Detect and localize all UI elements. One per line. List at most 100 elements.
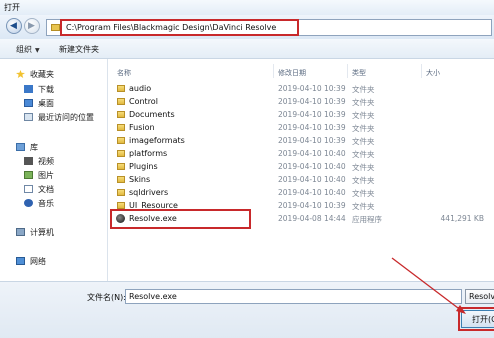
window-title: 打开 bbox=[4, 3, 20, 12]
folder-icon bbox=[117, 150, 125, 157]
sidebar-item-label: 最近访问的位置 bbox=[38, 113, 94, 122]
sidebar-item-label: 视频 bbox=[38, 157, 54, 166]
filetype-value: Resolv bbox=[469, 292, 494, 301]
address-row: ◀ ▶ C:\Program Files\Blackmagic Design\D… bbox=[0, 15, 494, 39]
file-date: 2019-04-10 10:40 bbox=[278, 162, 346, 171]
sidebar-item-label: 图片 bbox=[38, 171, 54, 180]
sidebar-item-favorites[interactable]: 收藏夹 bbox=[16, 69, 54, 80]
file-date: 2019-04-10 10:39 bbox=[278, 110, 346, 119]
file-name: Skins bbox=[129, 175, 151, 184]
open-button-highlight-box bbox=[458, 307, 494, 331]
folder-icon bbox=[117, 124, 125, 131]
file-row[interactable]: Documents 2019-04-10 10:39 文件夹 bbox=[108, 108, 494, 121]
folder-icon bbox=[117, 163, 125, 170]
download-icon bbox=[24, 85, 33, 93]
file-name: audio bbox=[129, 84, 152, 93]
sidebar-item-label: 网络 bbox=[30, 257, 46, 266]
folder-icon bbox=[51, 24, 60, 31]
organize-button[interactable]: 组织 ▼ bbox=[16, 44, 40, 55]
file-type: 文件夹 bbox=[352, 176, 375, 185]
sidebar-item-computer[interactable]: 计算机 bbox=[16, 227, 54, 238]
file-name: Fusion bbox=[129, 123, 155, 132]
back-button[interactable]: ◀ bbox=[6, 18, 22, 34]
sidebar-item-documents[interactable]: 文档 bbox=[24, 184, 54, 195]
recent-places-icon bbox=[24, 113, 33, 121]
network-icon bbox=[16, 257, 25, 265]
sidebar-item-music[interactable]: 音乐 bbox=[24, 198, 54, 209]
file-row[interactable]: Plugins 2019-04-10 10:40 文件夹 bbox=[108, 160, 494, 173]
filename-label: 文件名(N): bbox=[87, 293, 126, 302]
file-type: 文件夹 bbox=[352, 202, 375, 211]
file-date: 2019-04-10 10:39 bbox=[278, 123, 346, 132]
organize-label: 组织 bbox=[16, 45, 32, 54]
file-row[interactable]: Control 2019-04-10 10:39 文件夹 bbox=[108, 95, 494, 108]
sidebar-item-libraries[interactable]: 库 bbox=[16, 142, 38, 153]
file-date: 2019-04-10 10:40 bbox=[278, 149, 346, 158]
filename-input[interactable]: Resolve.exe bbox=[125, 289, 462, 304]
sidebar-item-network[interactable]: 网络 bbox=[16, 256, 46, 267]
file-type: 文件夹 bbox=[352, 85, 375, 94]
file-type: 文件夹 bbox=[352, 137, 375, 146]
filename-value: Resolve.exe bbox=[129, 292, 177, 301]
filetype-select[interactable]: Resolv bbox=[465, 289, 494, 304]
sidebar-item-label: 库 bbox=[30, 143, 38, 152]
file-name: Control bbox=[129, 97, 158, 106]
sidebar-item-label: 桌面 bbox=[38, 99, 54, 108]
file-name: imageformats bbox=[129, 136, 185, 145]
video-icon bbox=[24, 157, 33, 165]
file-date: 2019-04-10 10:40 bbox=[278, 175, 346, 184]
forward-button[interactable]: ▶ bbox=[24, 18, 40, 34]
sidebar-item-downloads[interactable]: 下载 bbox=[24, 84, 54, 95]
column-header-size[interactable]: 大小 bbox=[426, 68, 440, 78]
toolbar: 组织 ▼ 新建文件夹 bbox=[0, 39, 494, 59]
dialog-footer: 文件名(N): Resolve.exe Resolv 打开(O) bbox=[0, 281, 494, 338]
column-divider[interactable] bbox=[421, 64, 422, 78]
sidebar-item-label: 下载 bbox=[38, 85, 54, 94]
new-folder-button[interactable]: 新建文件夹 bbox=[59, 44, 99, 55]
file-date: 2019-04-10 10:39 bbox=[278, 201, 346, 210]
file-size: 441,291 KB bbox=[440, 214, 484, 223]
sidebar-item-videos[interactable]: 视频 bbox=[24, 156, 54, 167]
star-icon bbox=[16, 70, 25, 78]
column-header-modified[interactable]: 修改日期 bbox=[278, 68, 306, 78]
file-name: sqldrivers bbox=[129, 188, 169, 197]
file-name: Plugins bbox=[129, 162, 158, 171]
document-icon bbox=[24, 185, 33, 193]
file-row[interactable]: Fusion 2019-04-10 10:39 文件夹 bbox=[108, 121, 494, 134]
file-date: 2019-04-10 10:40 bbox=[278, 188, 346, 197]
folder-icon bbox=[117, 85, 125, 92]
address-path: C:\Program Files\Blackmagic Design\DaVin… bbox=[66, 23, 277, 32]
navigation-pane: 收藏夹 下载 桌面 最近访问的位置 库 视频 图片 文档 音乐 计算机 网络 bbox=[0, 59, 108, 281]
column-header-type[interactable]: 类型 bbox=[352, 68, 366, 78]
sidebar-item-desktop[interactable]: 桌面 bbox=[24, 98, 54, 109]
file-type: 文件夹 bbox=[352, 163, 375, 172]
column-divider[interactable] bbox=[347, 64, 348, 78]
picture-icon bbox=[24, 171, 33, 179]
file-name: Documents bbox=[129, 110, 175, 119]
sidebar-item-recent[interactable]: 最近访问的位置 bbox=[24, 112, 94, 123]
sidebar-item-pictures[interactable]: 图片 bbox=[24, 170, 54, 181]
column-divider[interactable] bbox=[273, 64, 274, 78]
file-type: 文件夹 bbox=[352, 124, 375, 133]
file-date: 2019-04-08 14:44 bbox=[278, 214, 346, 223]
sidebar-item-label: 文档 bbox=[38, 185, 54, 194]
file-name: platforms bbox=[129, 149, 168, 158]
file-row[interactable]: audio 2019-04-10 10:39 文件夹 bbox=[108, 82, 494, 95]
open-file-dialog: 打开 ◀ ▶ C:\Program Files\Blackmagic Desig… bbox=[0, 0, 494, 338]
chevron-down-icon: ▼ bbox=[35, 47, 40, 54]
file-row[interactable]: sqldrivers 2019-04-10 10:40 文件夹 bbox=[108, 186, 494, 199]
title-bar: 打开 bbox=[0, 0, 494, 15]
file-row[interactable]: Skins 2019-04-10 10:40 文件夹 bbox=[108, 173, 494, 186]
sidebar-item-label: 收藏夹 bbox=[30, 70, 54, 79]
folder-icon bbox=[117, 111, 125, 118]
file-row[interactable]: imageformats 2019-04-10 10:39 文件夹 bbox=[108, 134, 494, 147]
folder-icon bbox=[117, 98, 125, 105]
column-header-name[interactable]: 名称 bbox=[117, 68, 131, 78]
file-row[interactable]: platforms 2019-04-10 10:40 文件夹 bbox=[108, 147, 494, 160]
file-date: 2019-04-10 10:39 bbox=[278, 97, 346, 106]
library-icon bbox=[16, 143, 25, 151]
computer-icon bbox=[16, 228, 25, 236]
file-list: 名称 修改日期 类型 大小 audio 2019-04-10 10:39 文件夹 C… bbox=[108, 59, 494, 281]
folder-icon bbox=[117, 189, 125, 196]
address-bar[interactable]: C:\Program Files\Blackmagic Design\DaVin… bbox=[46, 19, 492, 36]
